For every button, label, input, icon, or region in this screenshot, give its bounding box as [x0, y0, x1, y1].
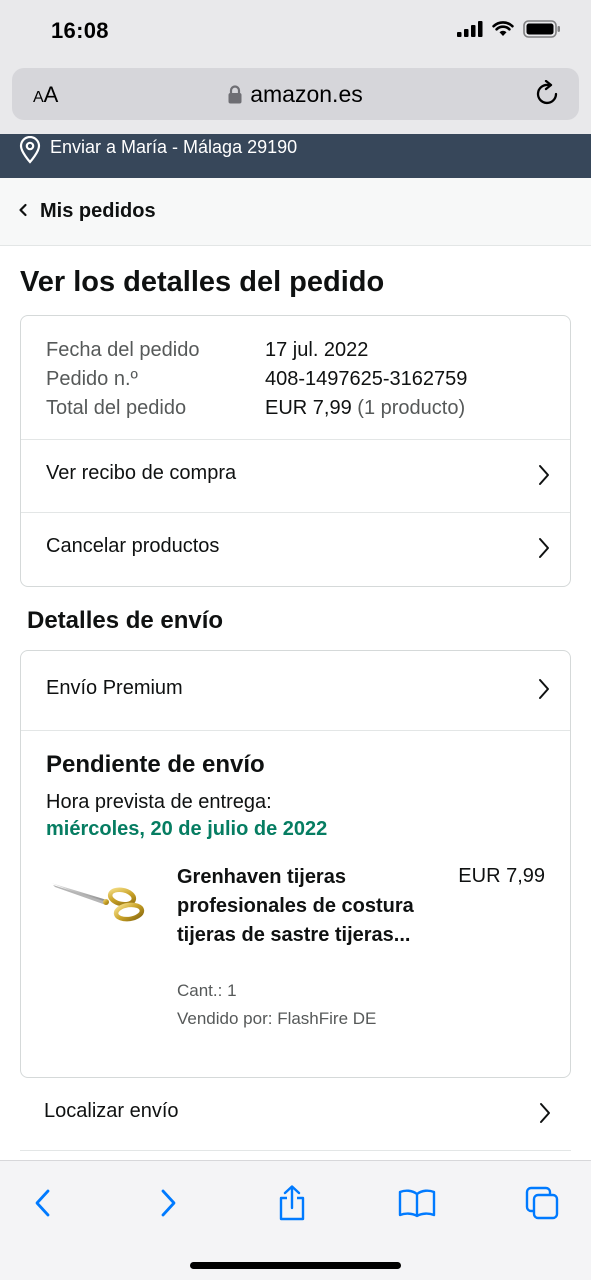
address-bar[interactable]: AA amazon.es [12, 68, 579, 120]
back-to-orders-link[interactable]: Mis pedidos [0, 178, 591, 246]
track-shipment-link[interactable]: Localizar envío [20, 1078, 571, 1151]
url-text: amazon.es [250, 81, 363, 107]
home-indicator [190, 1262, 401, 1269]
status-icons [457, 20, 561, 38]
order-total-label: Total del pedido [46, 397, 187, 419]
scissors-icon[interactable] [49, 879, 145, 923]
order-date-value: 17 jul. 2022 [265, 339, 369, 361]
bookmarks-button[interactable] [395, 1183, 439, 1223]
order-total-note: (1 producto) [357, 397, 466, 419]
product-title-link[interactable]: Grenhaven tijeras profesionales de costu… [177, 863, 437, 950]
delivery-estimate-label: Hora prevista de entrega: [46, 791, 272, 813]
location-pin-icon [19, 136, 41, 164]
shipment-card: Envío Premium Pendiente de envío Hora pr… [20, 650, 571, 1078]
back-button[interactable] [20, 1183, 64, 1223]
product-quantity: Cant.: 1 [177, 981, 237, 1000]
url-display[interactable]: amazon.es [12, 81, 579, 108]
chevron-right-icon [539, 465, 549, 485]
order-date-label: Fecha del pedido [46, 339, 200, 361]
view-receipt-label: Ver recibo de compra [46, 462, 237, 484]
cancel-products-label: Cancelar productos [46, 535, 220, 557]
product-price: EUR 7,99 [458, 865, 545, 887]
share-icon [279, 1185, 305, 1221]
lock-icon [228, 85, 242, 104]
back-icon [35, 1189, 50, 1217]
chevron-right-icon [539, 538, 549, 558]
order-total-value: EUR 7,99 (1 producto) [265, 394, 465, 423]
order-summary-card: Fecha del pedido 17 jul. 2022 Pedido n.º… [20, 315, 571, 587]
reload-icon[interactable] [535, 80, 561, 108]
view-receipt-link[interactable]: Ver recibo de compra [21, 439, 570, 513]
signal-icon [457, 21, 483, 37]
track-shipment-label: Localizar envío [44, 1100, 179, 1122]
shipping-method-label: Envío Premium [46, 677, 183, 699]
delivery-estimate-date: miércoles, 20 de julio de 2022 [46, 818, 328, 840]
tabs-icon [525, 1186, 559, 1220]
browser-address-area: AA amazon.es [0, 62, 591, 134]
chevron-left-icon [19, 203, 27, 217]
product-seller: Vendido por: FlashFire DE [177, 1009, 377, 1028]
forward-icon [161, 1189, 176, 1217]
shipping-method-link[interactable]: Envío Premium [21, 651, 570, 731]
order-total-amount: EUR 7,99 [265, 397, 352, 419]
cancel-products-link[interactable]: Cancelar productos [21, 512, 570, 586]
status-bar: 16:08 [0, 0, 591, 62]
forward-button[interactable] [147, 1183, 191, 1223]
order-number-label: Pedido n.º [46, 368, 138, 390]
share-button[interactable] [270, 1183, 314, 1223]
bookmarks-icon [398, 1189, 436, 1218]
deliver-to-bar[interactable]: Enviar a María - Málaga 29190 [0, 134, 591, 178]
deliver-to-text: Enviar a María - Málaga 29190 [50, 137, 298, 157]
battery-icon [523, 20, 560, 38]
order-number-value: 408-1497625-3162759 [265, 368, 468, 390]
shipment-status: Pendiente de envío [46, 751, 265, 778]
tabs-button[interactable] [520, 1183, 564, 1223]
chevron-right-icon [539, 679, 549, 699]
wifi-icon [492, 21, 514, 36]
back-label: Mis pedidos [40, 200, 156, 222]
shipping-section-title: Detalles de envío [27, 607, 224, 634]
chevron-right-icon [540, 1103, 550, 1123]
status-time: 16:08 [51, 18, 109, 43]
page-title: Ver los detalles del pedido [20, 266, 385, 298]
